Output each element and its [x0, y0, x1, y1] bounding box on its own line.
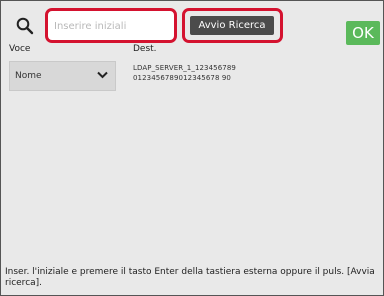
search-field-select[interactable]: Nome: [9, 61, 116, 91]
start-search-button[interactable]: Avvio Ricerca: [190, 16, 274, 35]
search-icon[interactable]: [15, 16, 35, 36]
server-name: LDAP_SERVER_1_123456789: [133, 64, 236, 72]
search-field-value: Nome: [15, 71, 42, 81]
column-dest-label: Dest.: [133, 44, 157, 54]
instruction-message: Inser. l'iniziale e premere il tasto Ent…: [5, 267, 375, 288]
chevron-down-icon: [97, 71, 108, 79]
server-digits: 0123456789012345678 90: [133, 74, 231, 82]
start-search-highlight: Avvio Ricerca: [182, 8, 283, 43]
address-search-screen: Avvio Ricerca OK Voce Dest. Nome LDAP_SE…: [0, 0, 384, 296]
column-item-label: Voce: [9, 44, 31, 54]
search-input-highlight: [45, 8, 177, 43]
search-input[interactable]: [52, 14, 174, 38]
ok-button[interactable]: OK: [346, 21, 380, 45]
